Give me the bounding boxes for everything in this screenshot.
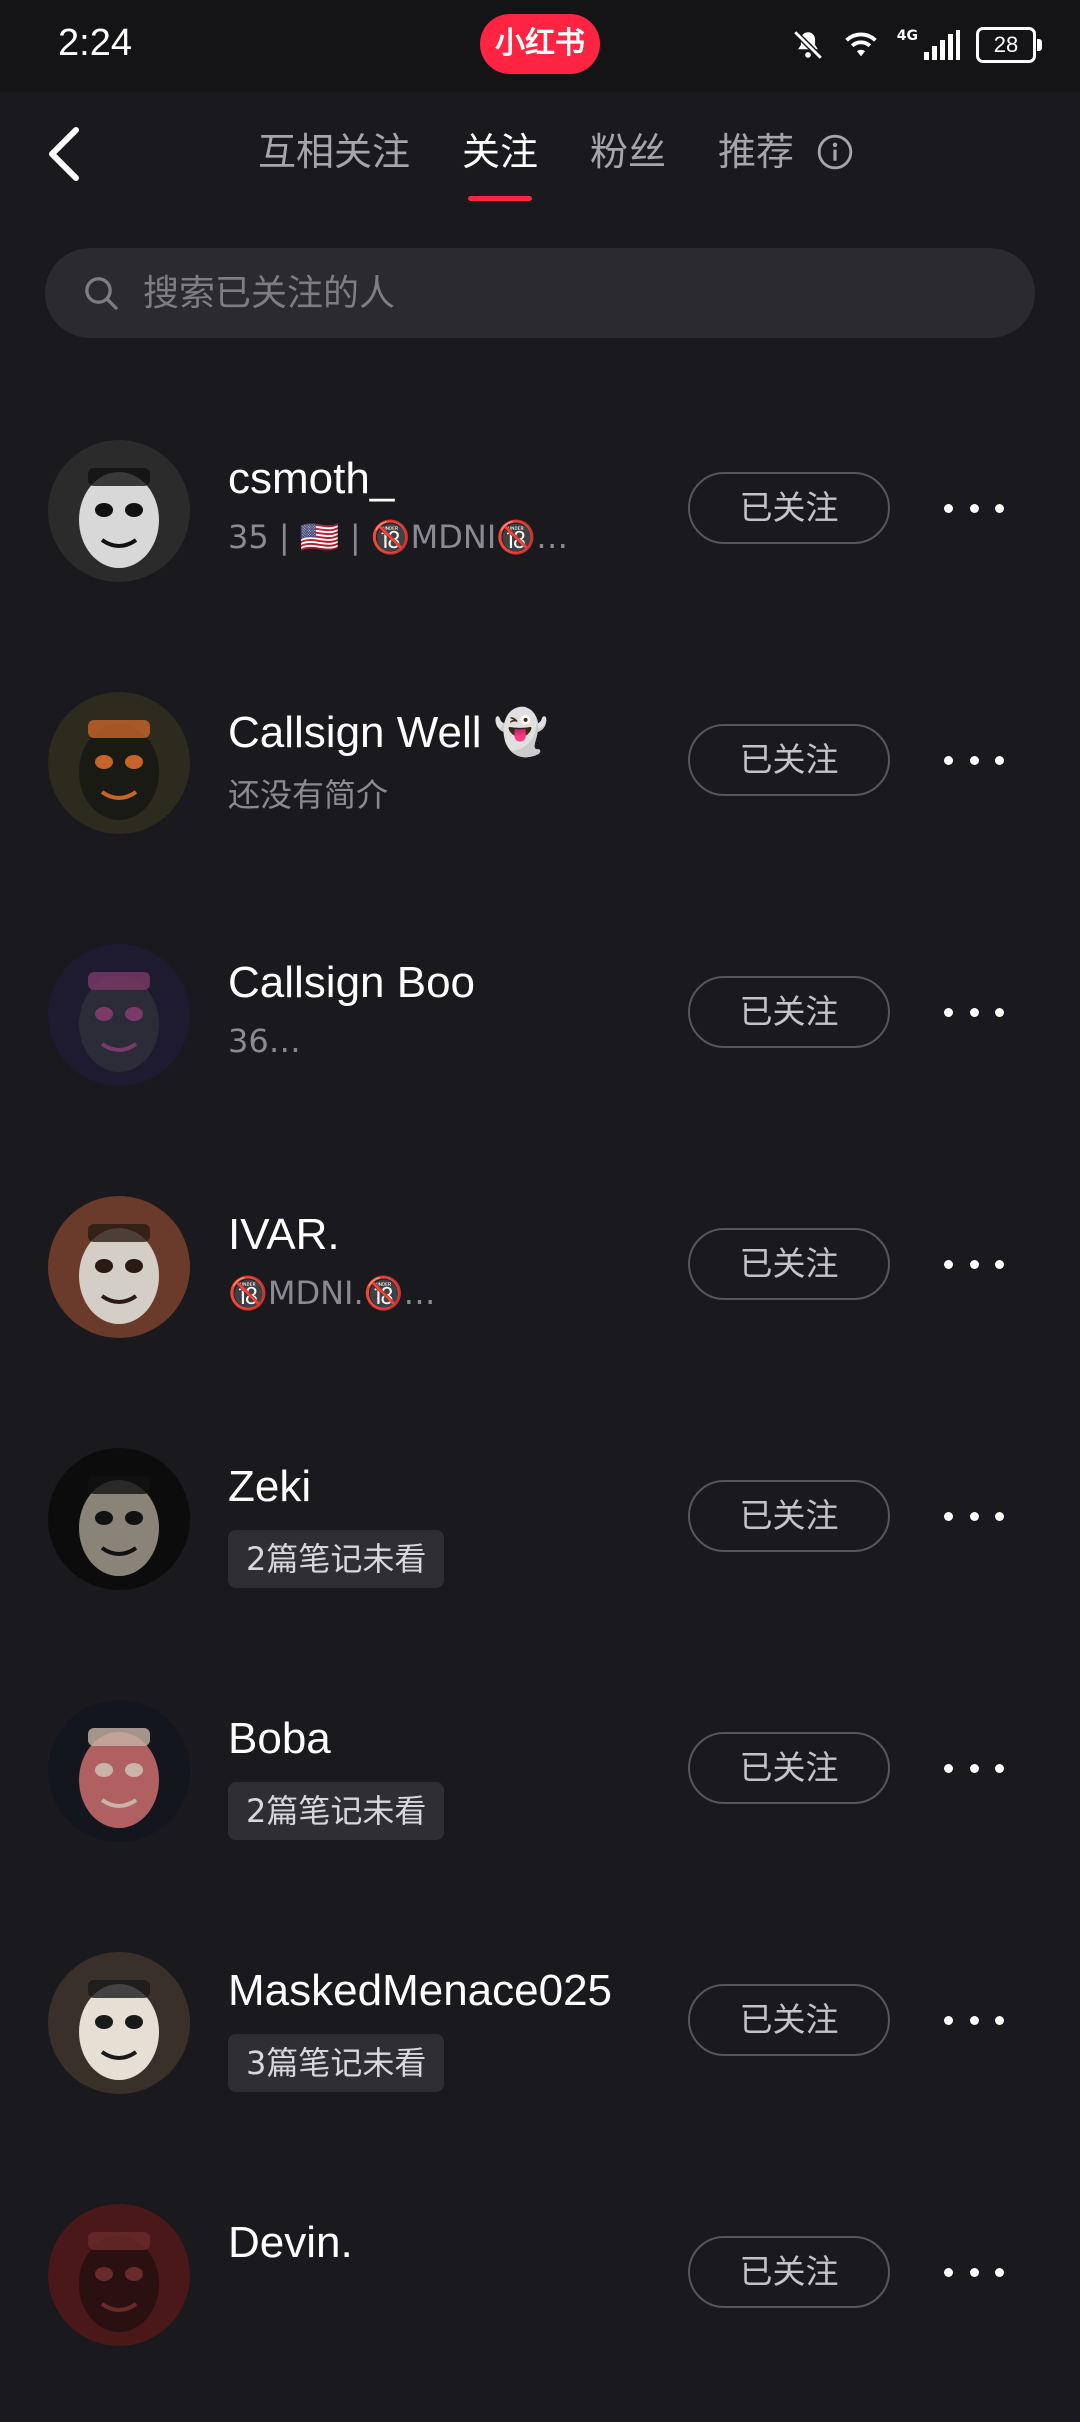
following-button[interactable]: 已关注 bbox=[688, 472, 890, 544]
user-name[interactable]: csmoth_ bbox=[228, 454, 394, 504]
signal-icon bbox=[924, 30, 960, 60]
avatar[interactable] bbox=[48, 440, 190, 582]
list-item[interactable]: Callsign Boo 36… 已关注 bbox=[0, 910, 1080, 1162]
following-list: csmoth_ 35 | 🇺🇸 | 🔞MDNI🔞… 已关注 Callsign We… bbox=[0, 406, 1080, 2422]
info-icon[interactable] bbox=[816, 133, 854, 171]
search-input[interactable] bbox=[141, 271, 985, 315]
user-bio: 36… bbox=[228, 1022, 301, 1060]
list-item[interactable]: IVAR. 🔞MDNI.🔞… 已关注 bbox=[0, 1162, 1080, 1414]
user-bio: 🔞MDNI.🔞… bbox=[228, 1274, 436, 1312]
dot bbox=[944, 2267, 953, 2277]
network-type: 4G bbox=[896, 28, 918, 44]
list-item[interactable]: Devin. 已关注 bbox=[0, 2170, 1080, 2422]
unread-notes-badge: 2篇笔记未看 bbox=[228, 1782, 445, 1840]
list-item[interactable]: Callsign Well 👻 还没有简介 已关注 bbox=[0, 658, 1080, 910]
dot bbox=[944, 1007, 953, 1017]
dot bbox=[969, 1511, 979, 1521]
more-options-button[interactable] bbox=[944, 496, 1004, 520]
more-options-button[interactable] bbox=[944, 1756, 1004, 1780]
dot bbox=[995, 503, 1004, 513]
following-button[interactable]: 已关注 bbox=[688, 2236, 890, 2308]
following-button[interactable]: 已关注 bbox=[688, 976, 890, 1048]
user-name[interactable]: Callsign Boo bbox=[228, 958, 475, 1008]
dot bbox=[995, 2015, 1004, 2025]
unread-notes-badge: 2篇笔记未看 bbox=[228, 1530, 445, 1588]
following-button[interactable]: 已关注 bbox=[688, 1480, 890, 1552]
list-item[interactable]: Boba 2篇笔记未看 已关注 bbox=[0, 1666, 1080, 1918]
list-item[interactable]: Zeki 2篇笔记未看 已关注 bbox=[0, 1414, 1080, 1666]
user-name[interactable]: Boba bbox=[228, 1714, 331, 1764]
wifi-icon bbox=[841, 29, 881, 61]
unread-notes-badge: 3篇笔记未看 bbox=[228, 2034, 445, 2092]
status-icons: 4G 28 bbox=[791, 20, 1042, 70]
dot bbox=[944, 1511, 953, 1521]
status-bar: 2:24 小红书 4G 28 bbox=[0, 0, 1080, 92]
avatar[interactable] bbox=[48, 1700, 190, 1842]
avatar[interactable] bbox=[48, 1196, 190, 1338]
dot bbox=[944, 1763, 953, 1773]
dot bbox=[944, 755, 953, 765]
dot bbox=[995, 755, 1004, 765]
status-time: 2:24 bbox=[58, 22, 132, 64]
more-options-button[interactable] bbox=[944, 1252, 1004, 1276]
user-name[interactable]: Devin. bbox=[228, 2218, 353, 2268]
avatar[interactable] bbox=[48, 944, 190, 1086]
search-icon bbox=[81, 273, 121, 313]
dot bbox=[969, 1007, 979, 1017]
dot bbox=[995, 1007, 1004, 1017]
dot bbox=[995, 1511, 1004, 1521]
dot bbox=[944, 1259, 953, 1269]
avatar[interactable] bbox=[48, 1952, 190, 2094]
avatar[interactable] bbox=[48, 692, 190, 834]
dot bbox=[995, 2267, 1004, 2277]
dot bbox=[969, 2015, 979, 2025]
tab-recommend[interactable]: 推荐 bbox=[718, 122, 854, 182]
user-bio: 35 | 🇺🇸 | 🔞MDNI🔞… bbox=[228, 518, 569, 556]
tab-followers[interactable]: 粉丝 bbox=[590, 122, 666, 182]
tab-bar: 互相关注 关注 粉丝 推荐 bbox=[258, 122, 854, 201]
user-name[interactable]: MaskedMenace025 bbox=[228, 1966, 612, 2016]
following-button[interactable]: 已关注 bbox=[688, 1228, 890, 1300]
dot bbox=[995, 1259, 1004, 1269]
list-item[interactable]: MaskedMenace025 3篇笔记未看 已关注 bbox=[0, 1918, 1080, 2170]
more-options-button[interactable] bbox=[944, 1504, 1004, 1528]
avatar[interactable] bbox=[48, 1448, 190, 1590]
dot bbox=[995, 1763, 1004, 1773]
dot bbox=[969, 503, 979, 513]
dot bbox=[969, 1763, 979, 1773]
tab-following[interactable]: 关注 bbox=[462, 122, 538, 201]
search-bar[interactable] bbox=[45, 248, 1035, 338]
user-name[interactable]: IVAR. bbox=[228, 1210, 340, 1260]
dot bbox=[969, 1259, 979, 1269]
more-options-button[interactable] bbox=[944, 748, 1004, 772]
dot bbox=[969, 2267, 979, 2277]
nav-header: 互相关注 关注 粉丝 推荐 bbox=[0, 92, 1080, 212]
mute-bell-icon bbox=[791, 28, 825, 62]
more-options-button[interactable] bbox=[944, 2008, 1004, 2032]
more-options-button[interactable] bbox=[944, 2260, 1004, 2284]
app-badge: 小红书 bbox=[480, 14, 600, 74]
user-name[interactable]: Zeki bbox=[228, 1462, 311, 1512]
tab-mutual-follow[interactable]: 互相关注 bbox=[258, 122, 410, 182]
battery-icon: 28 bbox=[976, 27, 1042, 63]
dot bbox=[944, 2015, 953, 2025]
tab-recommend-label: 推荐 bbox=[718, 130, 795, 174]
list-item[interactable]: csmoth_ 35 | 🇺🇸 | 🔞MDNI🔞… 已关注 bbox=[0, 406, 1080, 658]
avatar[interactable] bbox=[48, 2204, 190, 2346]
following-button[interactable]: 已关注 bbox=[688, 724, 890, 796]
dot bbox=[969, 755, 979, 765]
back-button[interactable] bbox=[40, 124, 90, 184]
user-name[interactable]: Callsign Well 👻 bbox=[228, 706, 549, 758]
chevron-left-icon bbox=[49, 127, 79, 181]
more-options-button[interactable] bbox=[944, 1000, 1004, 1024]
following-button[interactable]: 已关注 bbox=[688, 1732, 890, 1804]
dot bbox=[944, 503, 953, 513]
following-button[interactable]: 已关注 bbox=[688, 1984, 890, 2056]
user-bio: 还没有简介 bbox=[228, 776, 389, 814]
